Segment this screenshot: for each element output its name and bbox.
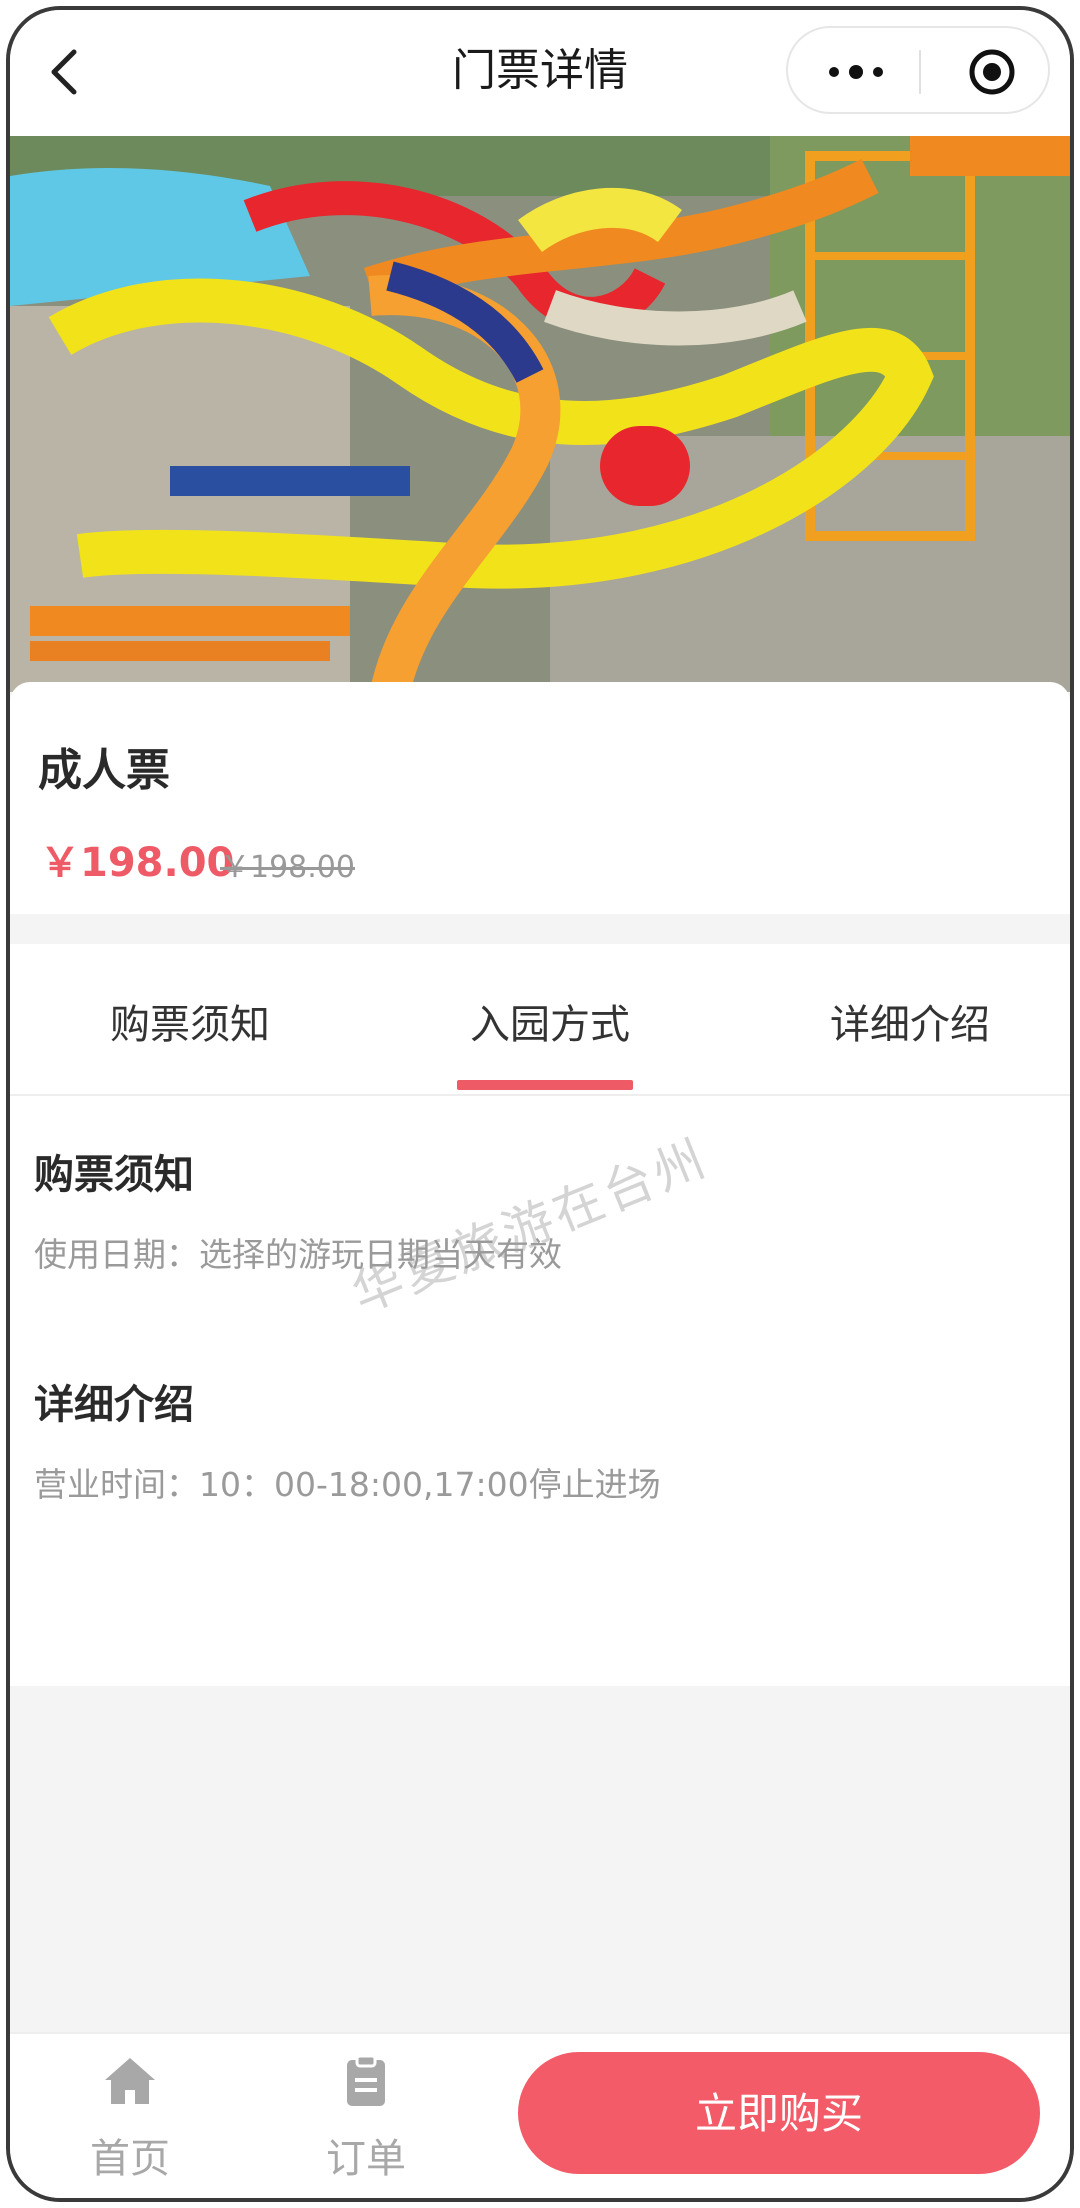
bottom-nav-orders[interactable]: 订单 bbox=[296, 2052, 436, 2184]
tab-detailed-intro[interactable]: 详细介绍 bbox=[760, 992, 1060, 1050]
section-text-intro: 营业时间：10：00-18:00,17:00停止进场 bbox=[34, 1465, 661, 1504]
original-price: ￥198.00 bbox=[220, 850, 355, 885]
section-title-intro: 详细介绍 bbox=[34, 1382, 194, 1428]
ticket-name: 成人票 bbox=[38, 745, 170, 796]
detail-tabs: 购票须知 入园方式 详细介绍 bbox=[10, 944, 1070, 1096]
section-title-notice: 购票须知 bbox=[34, 1152, 194, 1198]
bottom-nav-home[interactable]: 首页 bbox=[60, 2052, 200, 2184]
clipboard-icon bbox=[347, 2054, 385, 2106]
nav-bar: 门票详情 bbox=[10, 10, 1070, 136]
more-dots-icon[interactable] bbox=[824, 52, 888, 92]
phone-frame: 门票详情 成人票 ￥198.00 ￥198.00 购票须知 入园方式 详细介绍 … bbox=[6, 6, 1074, 2202]
active-tab-indicator bbox=[457, 1080, 633, 1090]
water-park-photo bbox=[10, 136, 1070, 692]
capsule-divider bbox=[919, 50, 921, 94]
tab-entry-method[interactable]: 入园方式 bbox=[400, 992, 700, 1050]
ticket-info-card: 成人票 ￥198.00 ￥198.00 bbox=[10, 682, 1070, 914]
bottom-nav-orders-label: 订单 bbox=[326, 2136, 406, 2182]
bottom-nav-home-label: 首页 bbox=[90, 2136, 170, 2182]
ticket-price: ￥198.00 bbox=[40, 840, 235, 886]
buy-now-button[interactable]: 立即购买 bbox=[518, 2052, 1040, 2174]
mini-program-capsule bbox=[786, 26, 1050, 114]
target-icon[interactable] bbox=[968, 48, 1016, 96]
home-icon bbox=[105, 2058, 155, 2104]
bottom-bar: 首页 订单 立即购买 bbox=[10, 2032, 1070, 2198]
tab-purchase-notice[interactable]: 购票须知 bbox=[40, 992, 340, 1050]
